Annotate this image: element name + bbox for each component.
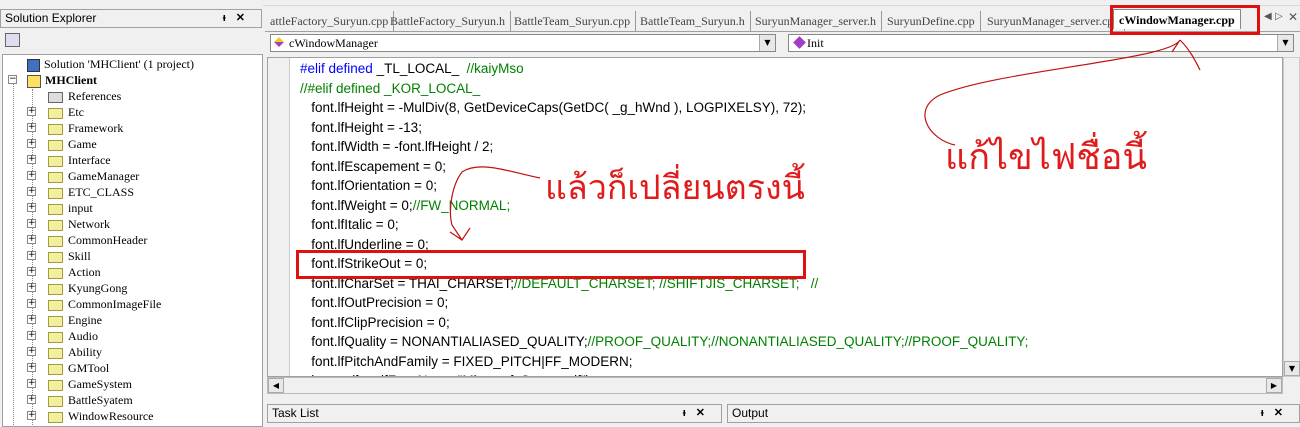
change-here-note: แล้วก็เปลี่ยนตรงนี้ (545, 168, 805, 208)
rename-file-note: แก้ไขไฟชื่อนี้ (945, 137, 1147, 178)
arrow-to-charset (449, 166, 541, 242)
